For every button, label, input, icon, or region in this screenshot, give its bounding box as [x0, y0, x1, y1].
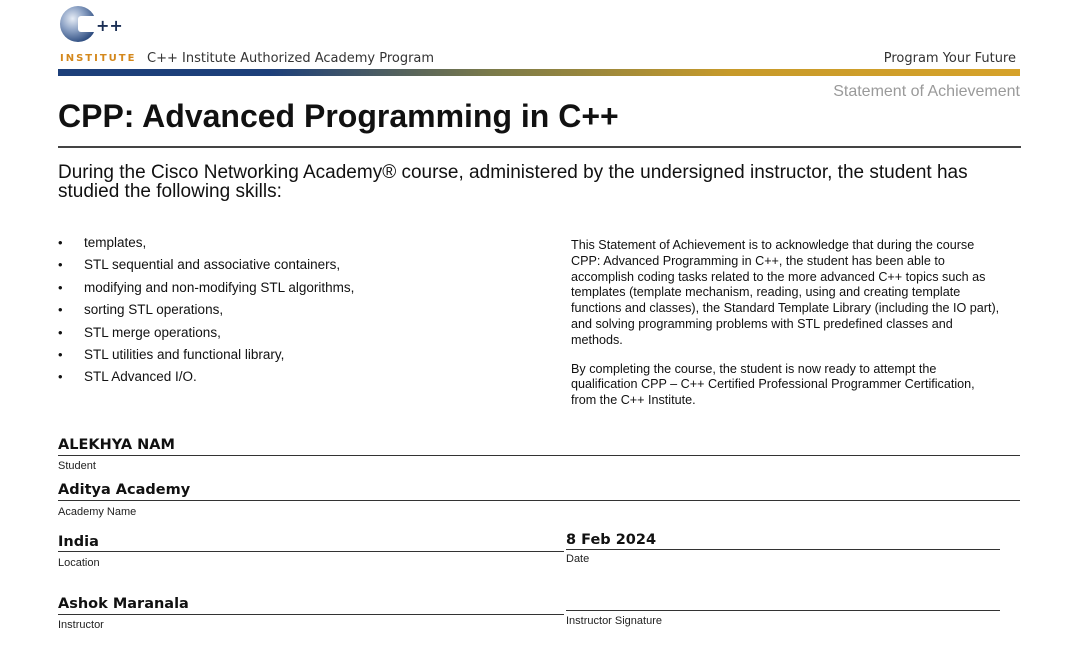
signature-line: [566, 610, 1000, 611]
student-line: [58, 455, 1020, 456]
skill-item: STL merge operations,: [58, 325, 354, 347]
intro-paragraph: During the Cisco Networking Academy® cou…: [58, 162, 968, 202]
date-line: [566, 549, 1000, 550]
location-value: India: [58, 534, 99, 550]
date-value: 8 Feb 2024: [566, 532, 657, 548]
instructor-name: Ashok Maranala: [58, 596, 189, 612]
logo-text: INSTITUTE: [60, 53, 137, 64]
course-title: CPP: Advanced Programming in C++: [58, 98, 619, 134]
location-label: Location: [58, 557, 100, 569]
header-color-bar: [58, 69, 1020, 76]
cpp-institute-logo: ++: [60, 6, 130, 46]
student-label: Student: [58, 460, 96, 472]
logo-plus: ++: [96, 16, 123, 35]
student-name: ALEKHYA NAM: [58, 437, 175, 453]
description-paragraph: By completing the course, the student is…: [571, 361, 975, 408]
program-title: C++ Institute Authorized Academy Program: [147, 51, 435, 66]
academy-label: Academy Name: [58, 506, 137, 518]
skill-item: templates,: [58, 235, 354, 257]
skill-item: STL utilities and functional library,: [58, 347, 354, 369]
signature-label: Instructor Signature: [566, 615, 662, 627]
instructor-line: [58, 614, 564, 615]
statement-label: Statement of Achievement: [833, 83, 1020, 100]
academy-name: Aditya Academy: [58, 482, 191, 498]
title-divider: [58, 146, 1021, 148]
globe-c-icon: [60, 6, 98, 42]
description-paragraph: This Statement of Achievement is to ackn…: [571, 238, 1000, 347]
skills-list: templates, STL sequential and associativ…: [58, 235, 354, 392]
academy-line: [58, 500, 1020, 501]
slogan: Program Your Future: [883, 51, 1016, 66]
skill-item: STL Advanced I/O.: [58, 369, 354, 391]
date-label: Date: [566, 553, 590, 565]
location-line: [58, 551, 564, 552]
skill-item: STL sequential and associative container…: [58, 257, 354, 279]
instructor-label: Instructor: [58, 619, 104, 631]
achievement-description: This Statement of Achievement is to ackn…: [571, 238, 1001, 422]
skill-item: sorting STL operations,: [58, 302, 354, 324]
skill-item: modifying and non-modifying STL algorith…: [58, 280, 354, 302]
